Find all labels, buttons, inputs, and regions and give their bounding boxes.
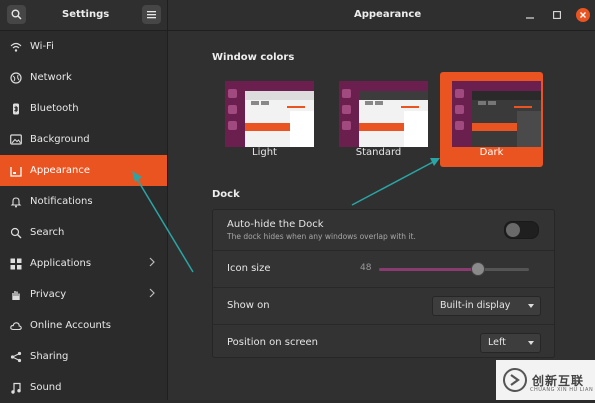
close-button[interactable] bbox=[576, 8, 590, 22]
page-title: Appearance bbox=[354, 9, 422, 20]
window-colors-title: Window colors bbox=[212, 52, 295, 63]
sidebar-item-appearance[interactable]: Appearance bbox=[0, 155, 167, 186]
toggle-knob bbox=[506, 223, 520, 237]
maximize-button[interactable] bbox=[550, 8, 564, 22]
sidebar-item-sharing[interactable]: Sharing bbox=[0, 341, 167, 372]
sidebar-item-label: Bluetooth bbox=[30, 103, 79, 114]
bluetooth-icon bbox=[10, 103, 22, 115]
theme-label: Standard bbox=[355, 147, 402, 158]
sidebar-item-label: Privacy bbox=[30, 289, 67, 300]
autohide-description: The dock hides when any windows overlap … bbox=[227, 232, 416, 241]
icon-size-label: Icon size bbox=[227, 263, 271, 274]
sidebar: Wi-Fi Network Bluetooth Background Appea… bbox=[0, 31, 168, 400]
share-icon bbox=[10, 351, 22, 363]
sidebar-item-bluetooth[interactable]: Bluetooth bbox=[0, 93, 167, 124]
title-bar: Settings Appearance bbox=[0, 0, 595, 31]
position-value: Left bbox=[488, 337, 506, 348]
search-icon bbox=[11, 9, 22, 20]
standard-theme-preview bbox=[339, 81, 428, 147]
search-icon bbox=[10, 227, 22, 239]
maximize-icon bbox=[553, 11, 561, 19]
icon-size-row: Icon size 48 bbox=[213, 251, 554, 287]
chevron-right-icon bbox=[149, 257, 155, 267]
autohide-toggle[interactable] bbox=[504, 221, 539, 239]
theme-option-light[interactable]: Light bbox=[213, 72, 316, 167]
sidebar-item-search[interactable]: Search bbox=[0, 217, 167, 248]
hamburger-icon bbox=[147, 11, 156, 19]
close-icon bbox=[580, 12, 586, 18]
show-on-label: Show on bbox=[227, 300, 270, 311]
light-theme-preview bbox=[225, 81, 314, 147]
chevron-down-icon bbox=[528, 304, 534, 308]
dark-theme-preview bbox=[452, 81, 541, 147]
show-on-value: Built-in display bbox=[440, 300, 511, 311]
search-button[interactable] bbox=[7, 5, 26, 24]
sidebar-item-sound[interactable]: Sound bbox=[0, 372, 167, 403]
minimize-button[interactable] bbox=[523, 8, 537, 22]
sidebar-item-online-accounts[interactable]: Online Accounts bbox=[0, 310, 167, 341]
watermark-text: 创新互联 bbox=[532, 373, 585, 388]
position-row: Position on screen Left bbox=[213, 325, 554, 361]
sidebar-item-label: Notifications bbox=[30, 196, 93, 207]
network-icon bbox=[10, 71, 22, 84]
icon-size-slider-knob[interactable] bbox=[471, 262, 485, 276]
autohide-row: Auto-hide the Dock The dock hides when a… bbox=[213, 210, 554, 250]
sidebar-item-label: Sound bbox=[30, 382, 62, 393]
watermark-subtext: CHUANG XIN HU LIAN bbox=[530, 387, 594, 393]
sidebar-item-notifications[interactable]: Notifications bbox=[0, 186, 167, 217]
dock-title: Dock bbox=[212, 189, 240, 200]
icon-size-slider-fill bbox=[379, 268, 478, 271]
sidebar-item-label: Wi-Fi bbox=[30, 41, 54, 52]
theme-label: Light bbox=[252, 147, 277, 158]
appearance-icon bbox=[10, 165, 22, 177]
sidebar-item-label: Applications bbox=[30, 258, 92, 269]
sidebar-item-applications[interactable]: Applications bbox=[0, 248, 167, 279]
sidebar-item-label: Search bbox=[30, 227, 65, 238]
theme-option-standard[interactable]: Standard bbox=[327, 72, 430, 167]
sidebar-item-network[interactable]: Network bbox=[0, 62, 167, 93]
sidebar-item-label: Sharing bbox=[30, 351, 69, 362]
bell-icon bbox=[10, 196, 22, 208]
show-on-dropdown[interactable]: Built-in display bbox=[432, 296, 541, 316]
theme-label: Dark bbox=[479, 147, 504, 158]
grid-icon bbox=[10, 258, 22, 270]
music-note-icon bbox=[10, 382, 22, 394]
show-on-row: Show on Built-in display bbox=[213, 288, 554, 324]
logo-icon bbox=[503, 368, 527, 392]
dock-settings-panel: Auto-hide the Dock The dock hides when a… bbox=[212, 209, 555, 358]
position-dropdown[interactable]: Left bbox=[480, 333, 541, 353]
hand-icon bbox=[10, 289, 22, 301]
chevron-right-icon bbox=[149, 288, 155, 298]
minimize-icon bbox=[526, 17, 534, 19]
wifi-icon bbox=[10, 41, 22, 53]
sidebar-item-background[interactable]: Background bbox=[0, 124, 167, 155]
chevron-down-icon bbox=[528, 341, 534, 345]
sidebar-item-label: Background bbox=[30, 134, 90, 145]
icon-size-value: 48 bbox=[360, 263, 372, 273]
sidebar-item-label: Network bbox=[30, 72, 72, 83]
position-label: Position on screen bbox=[227, 337, 318, 348]
theme-option-dark[interactable]: Dark bbox=[440, 72, 543, 167]
sidebar-header: Settings bbox=[0, 0, 168, 30]
sidebar-title: Settings bbox=[62, 9, 110, 20]
background-icon bbox=[10, 133, 22, 146]
menu-button[interactable] bbox=[142, 5, 161, 24]
sidebar-item-privacy[interactable]: Privacy bbox=[0, 279, 167, 310]
cloud-icon bbox=[10, 320, 22, 332]
sidebar-item-wifi[interactable]: Wi-Fi bbox=[0, 31, 167, 62]
sidebar-item-label: Appearance bbox=[30, 165, 91, 176]
autohide-label: Auto-hide the Dock bbox=[227, 219, 324, 230]
sidebar-item-label: Online Accounts bbox=[30, 320, 112, 331]
watermark-logo: 创新互联 CHUANG XIN HU LIAN bbox=[496, 360, 595, 400]
